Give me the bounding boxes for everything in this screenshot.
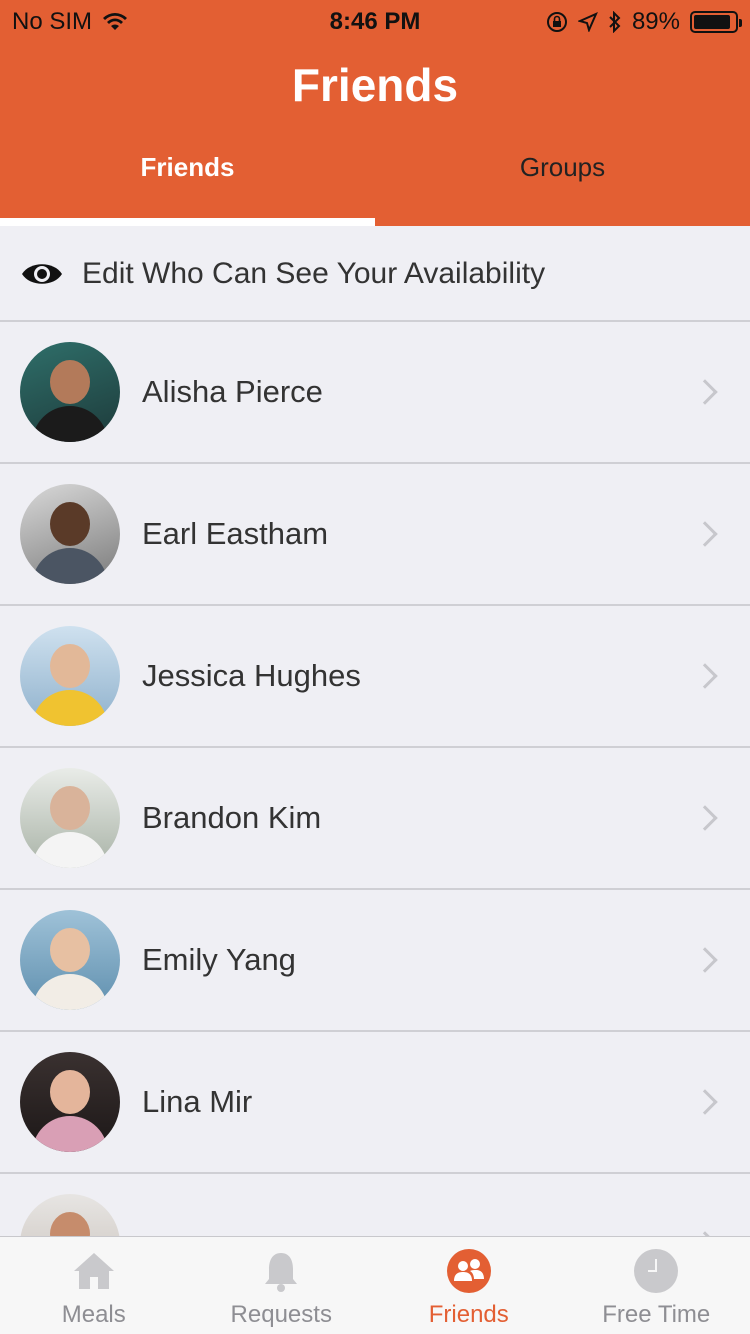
list-item[interactable]: Earl Eastham — [0, 464, 750, 606]
tabbar-meals[interactable]: Meals — [0, 1237, 188, 1334]
rotation-lock-icon — [546, 12, 567, 32]
header: No SIM 8:46 PM 89% Friends Friends Group… — [0, 0, 750, 226]
friends-icon — [446, 1249, 491, 1293]
list-item[interactable]: Emily Yang — [0, 890, 750, 1032]
tabbar-friends-label: Friends — [428, 1301, 509, 1328]
chevron-right-icon — [692, 1089, 718, 1115]
tab-friends[interactable]: Friends — [0, 140, 375, 226]
battery-level — [694, 15, 730, 29]
bell-icon — [265, 1253, 298, 1292]
friend-name: Jessica Hughes — [142, 658, 361, 693]
house-icon — [73, 1253, 114, 1289]
avatar — [20, 626, 120, 726]
chevron-right-icon — [692, 663, 718, 689]
list-item[interactable]: Brandon Kim — [0, 748, 750, 890]
location-icon — [577, 12, 598, 32]
tabbar-meals-label: Meals — [61, 1301, 126, 1328]
segment-tabs: Friends Groups — [0, 140, 750, 226]
tabbar-requests[interactable]: Requests — [188, 1237, 376, 1334]
friends-list: Alisha Pierce Earl Eastham Jessica Hughe… — [0, 322, 750, 1316]
chevron-right-icon — [692, 805, 718, 831]
avatar — [20, 910, 120, 1010]
tabbar-free-time-label: Free Time — [602, 1301, 711, 1328]
chevron-right-icon — [692, 379, 718, 405]
clock-icon — [634, 1249, 679, 1293]
status-right: 89% — [546, 8, 742, 36]
chevron-right-icon — [692, 521, 718, 547]
battery-percent: 89% — [631, 8, 680, 35]
eye-icon — [22, 264, 62, 284]
friend-name: Lina Mir — [142, 1084, 253, 1119]
bluetooth-icon — [609, 11, 621, 33]
tab-groups-label: Groups — [519, 152, 606, 182]
active-tab-indicator — [0, 218, 375, 226]
list-item[interactable]: Alisha Pierce — [0, 322, 750, 464]
avatar — [20, 342, 120, 442]
friend-name: Brandon Kim — [142, 800, 322, 835]
page-title: Friends — [291, 59, 459, 111]
friend-name: Earl Eastham — [142, 516, 329, 551]
status-bar: No SIM 8:46 PM 89% — [0, 0, 750, 40]
edit-availability-label: Edit Who Can See Your Availability — [82, 257, 546, 290]
avatar — [20, 768, 120, 868]
chevron-right-icon — [692, 947, 718, 973]
friend-name: Alisha Pierce — [142, 374, 323, 409]
tab-friends-label: Friends — [140, 152, 235, 182]
avatar — [20, 1052, 120, 1152]
list-item[interactable]: Jessica Hughes — [0, 606, 750, 748]
tabbar-free-time[interactable]: Free Time — [563, 1237, 750, 1334]
battery-icon — [690, 11, 742, 33]
list-item[interactable]: Lina Mir — [0, 1032, 750, 1174]
edit-availability-row[interactable]: Edit Who Can See Your Availability — [0, 228, 750, 322]
tabbar-requests-label: Requests — [230, 1301, 332, 1328]
tabbar-friends[interactable]: Friends — [375, 1237, 563, 1334]
friend-name: Emily Yang — [142, 942, 296, 977]
tab-groups[interactable]: Groups — [375, 140, 750, 226]
avatar — [20, 484, 120, 584]
tab-bar: Meals Requests Friends Free Time — [0, 1236, 750, 1334]
